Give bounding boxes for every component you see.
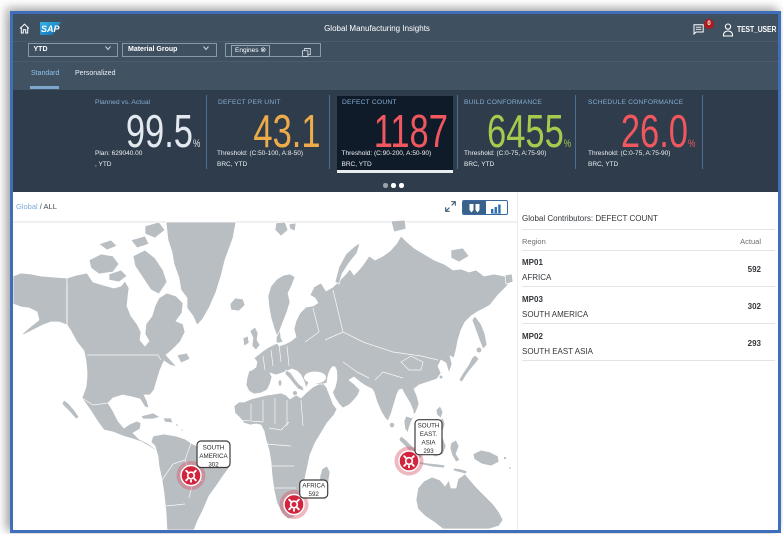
svg-text:EAST.: EAST. [420,431,437,438]
svg-text:AFRICA: AFRICA [302,483,326,490]
svg-text:ASIA: ASIA [421,440,436,447]
svg-text:SOUTH: SOUTH [203,445,225,452]
svg-text:592: 592 [309,491,320,498]
svg-text:302: 302 [208,462,219,469]
svg-text:AMERICA: AMERICA [199,453,228,460]
svg-text:293: 293 [423,448,434,455]
svg-text:SOUTH: SOUTH [418,423,440,430]
svg-text:SAP: SAP [41,24,61,34]
